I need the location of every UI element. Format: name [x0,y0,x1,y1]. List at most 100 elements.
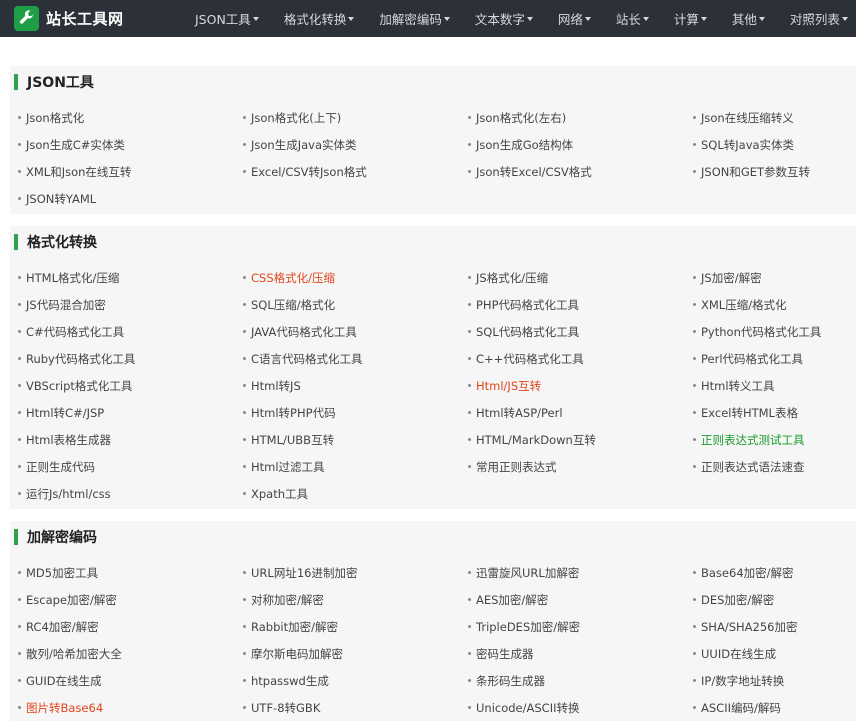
bullet-icon [693,465,696,468]
tool-link[interactable]: Rabbit加密/解密 [243,613,468,640]
tool-link[interactable]: RC4加密/解密 [18,613,243,640]
tool-link[interactable]: 摩尔斯电码加解密 [243,640,468,667]
tool-link[interactable]: 正则表达式语法速查 [693,453,848,480]
tool-link[interactable]: 正则生成代码 [18,453,243,480]
tool-link[interactable]: Html/JS互转 [468,372,693,399]
tool-link[interactable]: PHP代码格式化工具 [468,291,693,318]
tool-link[interactable]: Html过滤工具 [243,453,468,480]
tool-link-label: Excel转HTML表格 [701,405,798,420]
tool-link[interactable]: AES加密/解密 [468,586,693,613]
tool-link-label: SQL代码格式化工具 [476,324,580,339]
tool-link-label: 正则表达式测试工具 [701,432,805,447]
tool-link[interactable]: HTML/UBB互转 [243,426,468,453]
tool-link[interactable]: SQL代码格式化工具 [468,318,693,345]
tool-link[interactable]: XML压缩/格式化 [693,291,848,318]
bullet-icon [18,197,21,200]
caret-down-icon [700,16,707,21]
tool-link[interactable]: Excel转HTML表格 [693,399,848,426]
tool-link[interactable]: UUID在线生成 [693,640,848,667]
tool-link-grid: MD5加密工具 URL网址16进制加密 迅雷旋风URL加解密 Base64加密/解密… [18,559,848,721]
bullet-icon [243,276,246,279]
tool-link[interactable]: Json生成Java实体类 [243,131,468,158]
tool-link[interactable]: Html转义工具 [693,372,848,399]
tool-link-label: HTML/MarkDown互转 [476,432,596,447]
nav-item-other[interactable]: 其他 [732,9,765,28]
tool-link[interactable]: SHA/SHA256加密 [693,613,848,640]
tool-link[interactable]: URL网址16进制加密 [243,559,468,586]
bullet-icon [468,384,471,387]
tool-link[interactable]: JS格式化/压缩 [468,264,693,291]
tool-link[interactable]: Json转Excel/CSV格式 [468,158,693,185]
tool-link-label: C语言代码格式化工具 [251,351,363,366]
tool-link[interactable]: Python代码格式化工具 [693,318,848,345]
bullet-icon [243,170,246,173]
tool-link[interactable]: Json生成C#实体类 [18,131,243,158]
tool-link[interactable]: Html转PHP代码 [243,399,468,426]
tool-link[interactable]: TripleDES加密/解密 [468,613,693,640]
tool-link[interactable]: Json在线压缩转义 [693,104,848,131]
tool-link[interactable]: 散列/哈希加密大全 [18,640,243,667]
nav-item-network[interactable]: 网络 [558,9,591,28]
tool-link[interactable]: 正则表达式测试工具 [693,426,848,453]
tool-link-label: Xpath工具 [251,486,309,501]
tool-link[interactable]: 常用正则表达式 [468,453,693,480]
nav-item-calc[interactable]: 计算 [674,9,707,28]
tool-link[interactable]: Perl代码格式化工具 [693,345,848,372]
tool-link[interactable]: Html表格生成器 [18,426,243,453]
tool-link[interactable]: 运行Js/html/css [18,480,243,507]
tool-link[interactable]: 条形码生成器 [468,667,693,694]
section-accent-bar [14,74,18,90]
tool-link[interactable]: Json生成Go结构体 [468,131,693,158]
section-title: 格式化转换 [27,235,97,251]
tool-link[interactable]: VBScript格式化工具 [18,372,243,399]
tool-link[interactable]: Json格式化(左右) [468,104,693,131]
tool-link[interactable]: SQL转Java实体类 [693,131,848,158]
nav-item-format[interactable]: 格式化转换 [284,9,355,28]
tool-link[interactable]: Html转JS [243,372,468,399]
tool-link[interactable]: MD5加密工具 [18,559,243,586]
tool-link[interactable]: CSS格式化/压缩 [243,264,468,291]
bullet-icon [243,330,246,333]
tool-link[interactable]: HTML/MarkDown互转 [468,426,693,453]
tool-link[interactable]: 迅雷旋风URL加解密 [468,559,693,586]
nav-item-reference[interactable]: 对照列表 [790,9,848,28]
tool-link[interactable]: Xpath工具 [243,480,468,507]
tool-link-label: XML和Json在线互转 [26,164,132,179]
tool-link[interactable]: JAVA代码格式化工具 [243,318,468,345]
bullet-icon [693,170,696,173]
nav-item-encode[interactable]: 加解密编码 [379,9,450,28]
tool-link[interactable]: C语言代码格式化工具 [243,345,468,372]
tool-link[interactable]: DES加密/解密 [693,586,848,613]
bullet-icon [468,625,471,628]
nav-item-json[interactable]: JSON工具 [195,9,259,28]
tool-link[interactable]: C++代码格式化工具 [468,345,693,372]
tool-link[interactable]: JS加密/解密 [693,264,848,291]
tool-link[interactable]: Ruby代码格式化工具 [18,345,243,372]
tool-link[interactable]: XML和Json在线互转 [18,158,243,185]
tool-link[interactable]: 密码生成器 [468,640,693,667]
tool-link[interactable]: htpasswd生成 [243,667,468,694]
tool-link-label: AES加密/解密 [476,592,549,607]
tool-link[interactable]: JSON转YAML [18,185,243,212]
bullet-icon [243,357,246,360]
tool-link[interactable]: IP/数字地址转换 [693,667,848,694]
tool-link[interactable]: HTML格式化/压缩 [18,264,243,291]
tool-link[interactable]: JSON和GET参数互转 [693,158,848,185]
tool-link[interactable]: Html转C#/JSP [18,399,243,426]
nav-item-webmaster[interactable]: 站长 [616,9,649,28]
site-logo[interactable]: 站长工具网 [14,6,124,31]
tool-link[interactable]: C#代码格式化工具 [18,318,243,345]
tool-link[interactable]: 对称加密/解密 [243,586,468,613]
tool-link[interactable]: Excel/CSV转Json格式 [243,158,468,185]
tool-link[interactable]: JS代码混合加密 [18,291,243,318]
tool-link[interactable]: SQL压缩/格式化 [243,291,468,318]
tool-link[interactable]: Json格式化 [18,104,243,131]
tool-link[interactable]: Escape加密/解密 [18,586,243,613]
tool-link[interactable]: Json格式化(上下) [243,104,468,131]
bullet-icon [468,652,471,655]
tool-link[interactable]: GUID在线生成 [18,667,243,694]
tool-link-label: PHP代码格式化工具 [476,297,580,312]
tool-link[interactable]: Html转ASP/Perl [468,399,693,426]
tool-link[interactable]: Base64加密/解密 [693,559,848,586]
nav-item-text[interactable]: 文本数字 [475,9,533,28]
